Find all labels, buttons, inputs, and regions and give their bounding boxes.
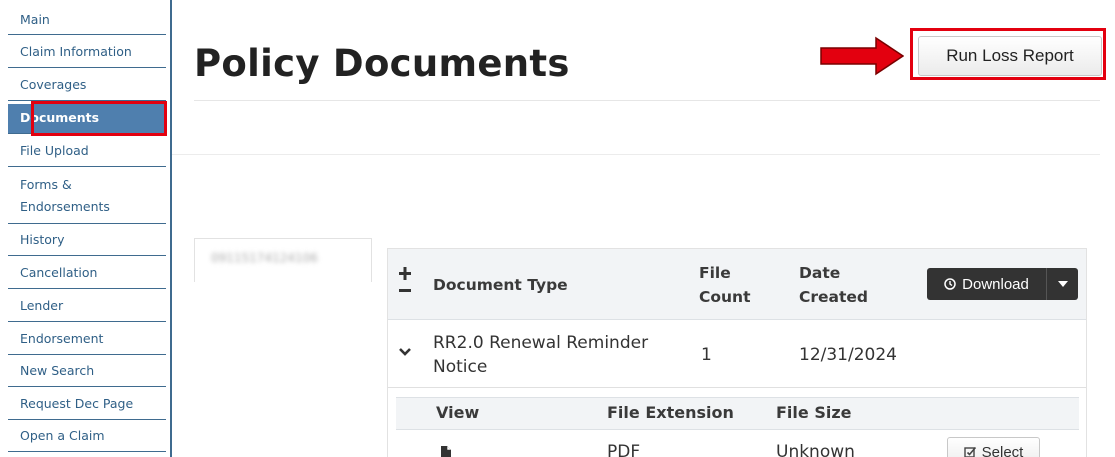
- column-header-date-created: Date Created: [799, 261, 868, 309]
- column-header-file-count: File Count: [699, 261, 751, 309]
- date-created-cell: 12/31/2024: [799, 345, 897, 365]
- select-label: Select: [981, 443, 1024, 457]
- arrow-right-icon: [820, 36, 904, 76]
- sidebar-item-endorsement[interactable]: Endorsement: [8, 325, 166, 355]
- column-header-file-extension: File Extension: [607, 403, 734, 422]
- sidebar-item-file-upload[interactable]: File Upload: [8, 137, 166, 167]
- caret-down-icon: [1058, 281, 1068, 287]
- documents-table-header: Document Type File Count Date Created Do…: [388, 249, 1086, 320]
- column-header-label: Count: [699, 288, 751, 306]
- document-type-line: Notice: [433, 357, 488, 377]
- select-button[interactable]: Select: [947, 437, 1040, 457]
- column-header-label: Date: [799, 264, 841, 282]
- download-main[interactable]: Download: [927, 268, 1047, 300]
- sidebar-item-lender[interactable]: Lender: [8, 292, 166, 322]
- sidebar-nav: Main Claim Information Coverages Documen…: [0, 0, 172, 457]
- sidebar-item-history[interactable]: History: [8, 226, 166, 256]
- document-type-cell: RR2.0 Renewal Reminder Notice: [433, 331, 648, 379]
- divider: [194, 100, 1100, 101]
- file-count-cell: 1: [701, 345, 712, 365]
- page-title: Policy Documents: [194, 42, 570, 85]
- file-extension-cell: PDF: [607, 442, 641, 457]
- divider: [388, 387, 1086, 388]
- files-table-header: View File Extension File Size: [396, 397, 1079, 430]
- column-header-file-size: File Size: [776, 403, 852, 422]
- run-loss-report-button[interactable]: Run Loss Report: [918, 36, 1102, 76]
- column-header-view: View: [436, 403, 480, 422]
- sidebar-item-label: Endorsements: [20, 199, 110, 214]
- sidebar-item-request-dec-page[interactable]: Request Dec Page: [8, 390, 166, 420]
- sidebar-item-open-a-claim[interactable]: Open a Claim: [8, 422, 166, 452]
- sidebar-item-documents[interactable]: Documents: [8, 104, 166, 134]
- clock-icon: [944, 278, 956, 290]
- policy-number: 09115174124106: [211, 251, 318, 265]
- sidebar-item-coverages[interactable]: Coverages: [8, 71, 166, 101]
- download-label: Download: [962, 275, 1029, 293]
- document-type-line: RR2.0 Renewal Reminder: [433, 333, 649, 353]
- sidebar-item-cancellation[interactable]: Cancellation: [8, 259, 166, 289]
- checkbox-edit-icon: [963, 446, 976, 457]
- documents-panel: Document Type File Count Date Created Do…: [387, 248, 1087, 457]
- column-header-label: File: [699, 264, 731, 282]
- column-header-document-type: Document Type: [433, 276, 568, 294]
- chevron-down-icon[interactable]: [398, 346, 412, 358]
- sidebar-item-forms-endorsements[interactable]: Forms & Endorsements: [8, 170, 166, 224]
- expand-collapse-icon[interactable]: [398, 266, 412, 302]
- policy-tab[interactable]: 09115174124106: [194, 238, 372, 282]
- sidebar-item-new-search[interactable]: New Search: [8, 357, 166, 387]
- sidebar-item-label: Forms &: [20, 177, 72, 192]
- sidebar-item-claim-information[interactable]: Claim Information: [8, 38, 166, 68]
- divider: [172, 154, 1100, 155]
- file-icon[interactable]: [441, 446, 451, 457]
- download-dropdown-toggle[interactable]: [1048, 268, 1078, 300]
- file-size-cell: Unknown: [776, 442, 855, 457]
- sidebar-item-main[interactable]: Main: [8, 6, 166, 35]
- column-header-label: Created: [799, 288, 869, 306]
- download-button[interactable]: Download: [927, 268, 1078, 300]
